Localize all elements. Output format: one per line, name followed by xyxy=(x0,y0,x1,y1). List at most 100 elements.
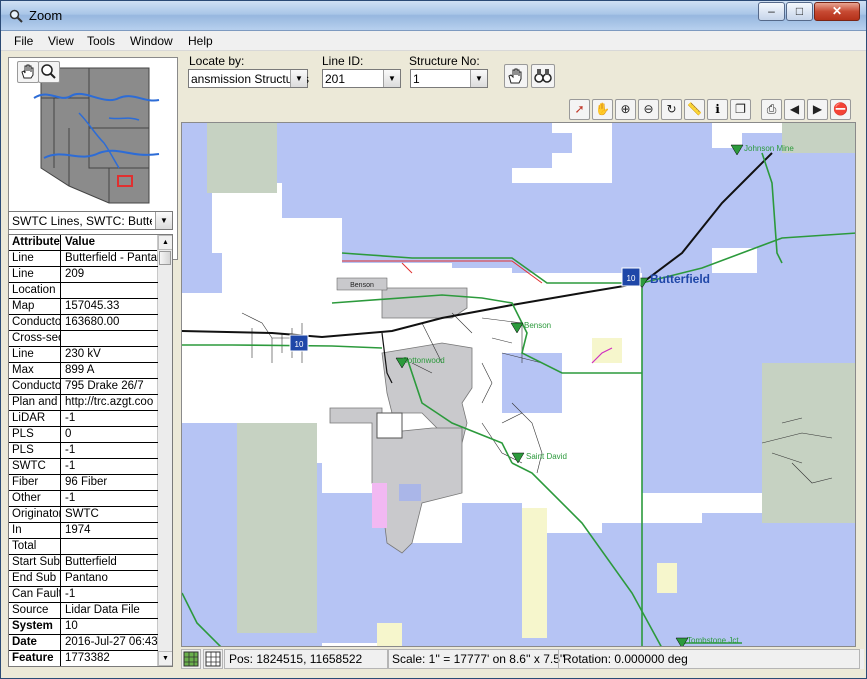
zoom-in-icon: ⊕ xyxy=(620,102,631,116)
locate-panel: Locate by: ansmission Structures ▼ Line … xyxy=(184,54,864,122)
layer-select[interactable]: SWTC Lines, SWTC: Butterfi ▼ xyxy=(8,211,173,230)
attribute-value: 230 kV xyxy=(65,348,101,360)
measure-icon: 📏 xyxy=(687,102,702,116)
layer-select-value: SWTC Lines, SWTC: Butterfi xyxy=(12,214,152,228)
rotate-button[interactable]: ↻ xyxy=(661,99,682,120)
benson-label: Benson xyxy=(524,321,551,330)
table-row[interactable]: End Sub Pantano xyxy=(9,571,158,587)
zoom-icon xyxy=(41,64,56,79)
chevron-down-icon[interactable]: ▼ xyxy=(470,70,487,87)
menu-tools[interactable]: Tools xyxy=(87,34,115,48)
attribute-value: 10 xyxy=(65,620,78,632)
table-row[interactable]: System 10 xyxy=(9,619,158,635)
table-row[interactable]: Other -1 xyxy=(9,491,158,507)
table-row[interactable]: Source Lidar Data File xyxy=(9,603,158,619)
menu-window[interactable]: Window xyxy=(130,34,173,48)
table-row[interactable]: Line Butterfield - Pantano xyxy=(9,251,158,267)
locate-zoom-button[interactable] xyxy=(531,64,555,88)
menu-help[interactable]: Help xyxy=(188,34,213,48)
attribute-value: 1974 xyxy=(65,524,91,536)
position-readout: Pos: 1824515, 11658522 xyxy=(224,649,389,669)
scroll-thumb[interactable] xyxy=(159,251,171,265)
print-button[interactable]: ⎙ xyxy=(761,99,782,120)
pan-button[interactable]: ✋ xyxy=(592,99,613,120)
chevron-down-icon[interactable]: ▼ xyxy=(383,70,400,87)
table-row[interactable]: Line 230 kV xyxy=(9,347,158,363)
overview-zoom-button[interactable] xyxy=(38,61,60,83)
table-row[interactable]: Conducto 795 Drake 26/7 xyxy=(9,379,158,395)
table-row[interactable]: Can Fault -1 xyxy=(9,587,158,603)
attribute-name: Plan and xyxy=(9,395,61,411)
menu-bar: File View Tools Window Help xyxy=(1,31,866,51)
scroll-down-icon[interactable]: ▼ xyxy=(158,651,172,666)
table-row[interactable]: Map 157045.33 xyxy=(9,299,158,315)
attribute-table-scrollbar[interactable]: ▲ ▼ xyxy=(157,235,172,666)
table-row[interactable]: Plan and http://trc.azgt.coo xyxy=(9,395,158,411)
measure-button[interactable]: 📏 xyxy=(684,99,705,120)
locate-by-select[interactable]: ansmission Structures ▼ xyxy=(188,69,309,88)
column-header-attribute[interactable]: Attribute xyxy=(9,235,61,251)
copy-button[interactable]: ❐ xyxy=(730,99,751,120)
table-row[interactable]: Max 899 A xyxy=(9,363,158,379)
attribute-table[interactable]: Attribute Value ▲ ▼ Line Butterfield - Pa… xyxy=(8,234,173,667)
locate-hand-button[interactable] xyxy=(504,64,528,88)
title-bar[interactable]: Zoom – □ ✕ xyxy=(1,1,866,31)
butterfield-label: Butterfield xyxy=(650,272,710,286)
grid-toggle-button[interactable] xyxy=(181,649,201,669)
attribute-value: 795 Drake 26/7 xyxy=(65,380,144,392)
stop-button[interactable]: ⛔ xyxy=(830,99,851,120)
menu-view[interactable]: View xyxy=(48,34,74,48)
grid-mode-button[interactable] xyxy=(203,649,223,669)
table-row[interactable]: SWTC -1 xyxy=(9,459,158,475)
maximize-button[interactable]: □ xyxy=(786,2,813,21)
table-row[interactable]: In 1974 xyxy=(9,523,158,539)
rotation-readout: Rotation: 0.000000 deg xyxy=(558,649,860,669)
back-button[interactable]: ◀ xyxy=(784,99,805,120)
zoom-out-button[interactable]: ⊖ xyxy=(638,99,659,120)
chevron-down-icon[interactable]: ▼ xyxy=(290,70,307,87)
binoculars-icon xyxy=(534,69,552,83)
attribute-name: Conducto xyxy=(9,379,61,395)
attribute-name: Total xyxy=(9,539,61,555)
minimize-button[interactable]: – xyxy=(758,2,785,21)
attribute-name: Max xyxy=(9,363,61,379)
overview-pan-button[interactable] xyxy=(17,61,39,83)
attribute-value: -1 xyxy=(65,588,76,600)
table-row[interactable]: Total xyxy=(9,539,158,555)
column-header-value[interactable]: Value xyxy=(62,235,158,251)
menu-file[interactable]: File xyxy=(14,34,33,48)
attribute-name: Source xyxy=(9,603,61,619)
table-row[interactable]: LiDAR -1 xyxy=(9,411,158,427)
table-row[interactable]: Fiber 96 Fiber xyxy=(9,475,158,491)
scroll-up-icon[interactable]: ▲ xyxy=(158,235,172,250)
table-row[interactable]: Cross-sec xyxy=(9,331,158,347)
table-row[interactable]: Line 209 xyxy=(9,267,158,283)
table-row[interactable]: Originator SWTC xyxy=(9,507,158,523)
attribute-value xyxy=(62,283,158,299)
attribute-value: 96 Fiber xyxy=(65,476,108,488)
map-canvas[interactable]: 10 Butterfield 10 Johnson Mine Benson Co… xyxy=(182,123,856,647)
table-row[interactable]: Location xyxy=(9,283,158,299)
select-button[interactable]: ➚ xyxy=(569,99,590,120)
table-row[interactable]: PLS -1 xyxy=(9,443,158,459)
attribute-name: Line xyxy=(9,251,61,267)
line-id-select[interactable]: 201 ▼ xyxy=(322,69,401,88)
structure-no-select[interactable]: 1 ▼ xyxy=(410,69,488,88)
table-row[interactable]: Feature 1773382 xyxy=(9,651,158,666)
info-button[interactable]: ℹ xyxy=(707,99,728,120)
table-row[interactable]: Date 2016-Jul-27 06:43 xyxy=(9,635,158,651)
forward-button[interactable]: ▶ xyxy=(807,99,828,120)
table-row[interactable]: Conducto 163680.00 xyxy=(9,315,158,331)
table-row[interactable]: Start Sub Butterfield xyxy=(9,555,158,571)
zoom-in-button[interactable]: ⊕ xyxy=(615,99,636,120)
close-button[interactable]: ✕ xyxy=(814,2,860,21)
attribute-value: -1 xyxy=(65,412,76,424)
chevron-down-icon[interactable]: ▼ xyxy=(155,212,172,229)
attribute-value: 1773382 xyxy=(65,652,110,664)
table-row[interactable]: PLS 0 xyxy=(9,427,158,443)
attribute-name: Feature xyxy=(9,651,61,666)
attribute-name: End Sub xyxy=(9,571,61,587)
attribute-value: 209 xyxy=(65,268,85,280)
map-view[interactable]: 10 Butterfield 10 Johnson Mine Benson Co… xyxy=(181,122,856,647)
i10-shield-west: 10 xyxy=(289,334,309,352)
